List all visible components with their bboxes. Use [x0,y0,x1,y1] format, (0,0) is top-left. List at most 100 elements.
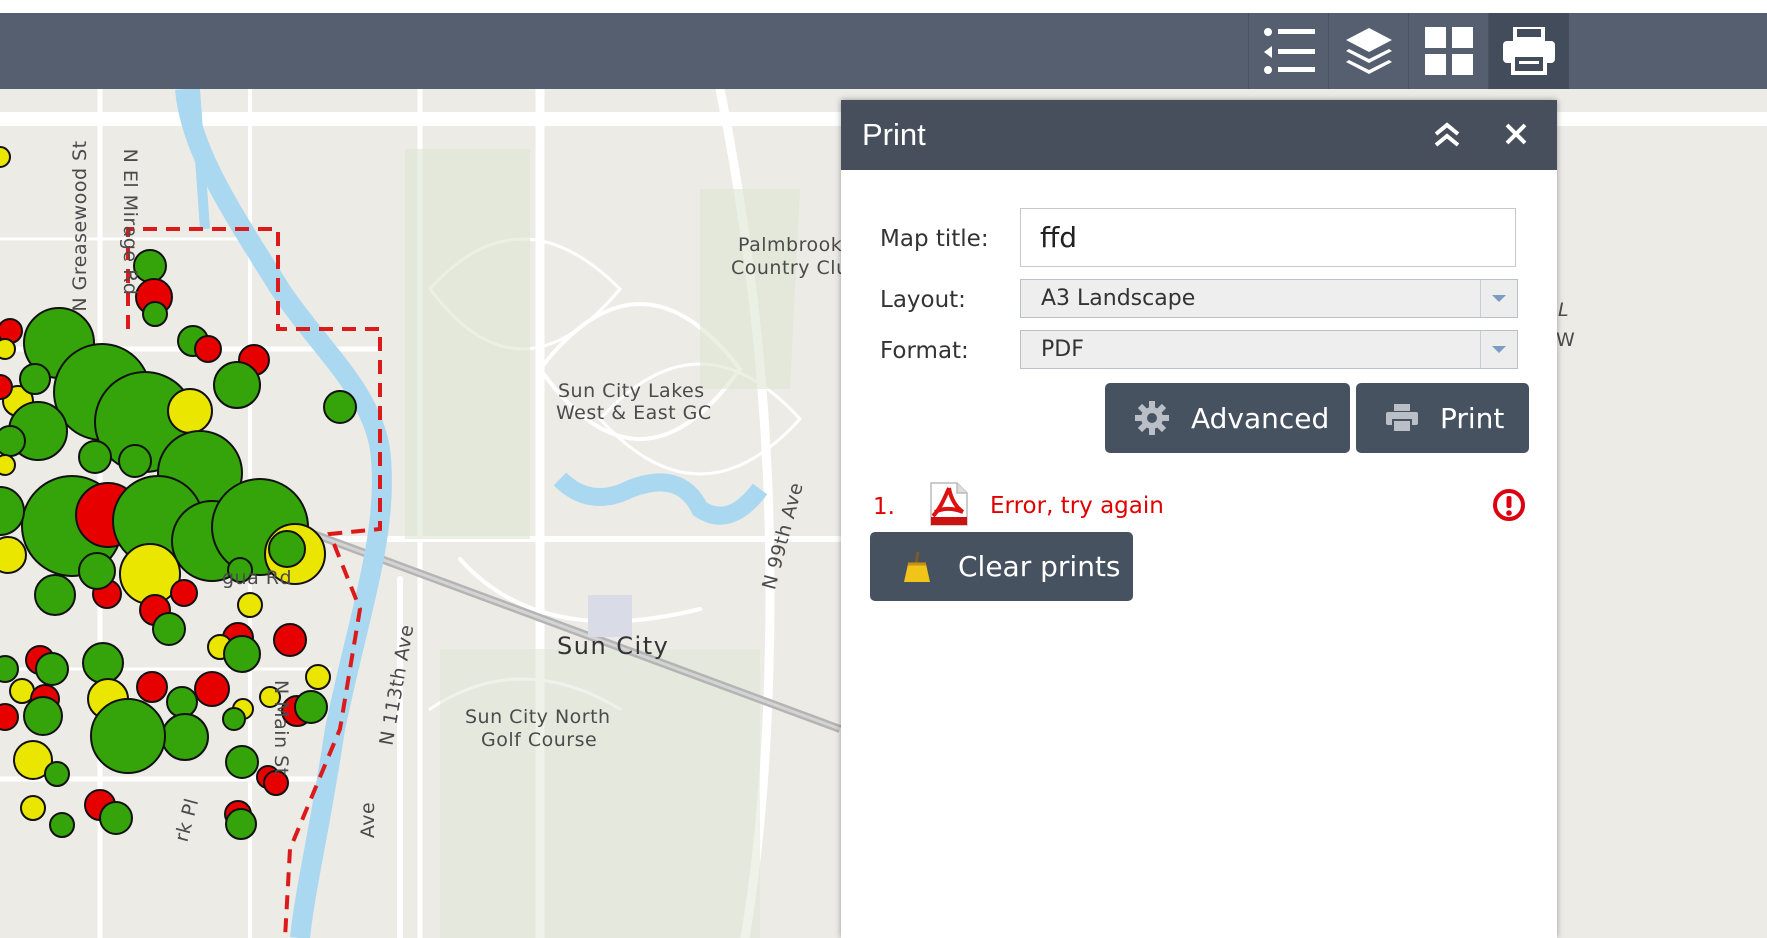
map-marker-green[interactable] [166,686,198,718]
printer-icon [1503,27,1555,75]
chevron-down-icon [1492,345,1506,353]
map-marker-green[interactable] [268,530,306,568]
list-icon [1264,28,1315,74]
building [588,595,632,637]
map-marker-yellow[interactable] [0,338,16,360]
map-marker-yellow[interactable] [305,664,331,690]
dropdown-arrow[interactable] [1480,331,1517,368]
map-marker-green[interactable] [161,713,209,761]
street-label: N El Mirage Rd [119,148,141,296]
place-label: West & East GC [556,402,712,424]
street-label: L [1558,299,1570,321]
river-branch [190,89,210,230]
close-icon [1505,123,1527,145]
grid-icon [1425,27,1473,75]
advanced-button[interactable]: Advanced [1105,383,1350,453]
panel-header: Print [841,100,1557,170]
layout-select[interactable]: A3 Landscape [1020,279,1518,318]
place-label: Golf Course [481,729,598,751]
map-marker-green[interactable] [323,390,357,424]
map-marker-yellow[interactable] [0,454,16,476]
clear-prints-label: Clear prints [958,550,1121,583]
gear-icon [1135,401,1169,435]
map-marker-green[interactable] [0,655,19,683]
print-button-label: Print [1440,401,1505,435]
close-button[interactable] [1505,123,1529,147]
result-status[interactable]: Error, try again [990,493,1164,519]
panel-title: Print [862,117,926,152]
top-toolbar [0,13,1767,89]
advanced-button-label: Advanced [1191,401,1330,435]
layout-value: A3 Landscape [1041,286,1196,311]
map-marker-green[interactable] [19,363,51,395]
map-marker-red[interactable] [194,335,222,363]
map-marker-red[interactable] [194,671,230,707]
map-marker-red[interactable] [136,671,168,703]
printer-icon [1386,404,1418,433]
layout-label: Layout: [880,287,966,313]
map-title-input[interactable] [1020,208,1516,267]
map-marker-green[interactable] [49,812,75,838]
map-marker-green[interactable] [225,745,259,779]
map-marker-green[interactable] [82,642,124,684]
map-marker-red[interactable] [0,703,19,731]
map-marker-green[interactable] [118,444,152,478]
result-index: 1. [873,494,895,520]
map-marker-yellow[interactable] [237,592,263,618]
map-title-label: Map title: [880,226,989,252]
street-label: W [1556,329,1576,351]
map-marker-yellow[interactable] [20,795,46,821]
map-marker-green[interactable] [225,808,257,840]
map-marker-green[interactable] [90,698,166,774]
map-marker-green[interactable] [0,486,25,536]
map-marker-green[interactable] [35,652,69,686]
double-chevron-up-icon [1434,122,1460,147]
map-marker-yellow[interactable] [0,146,11,168]
street-label: N Main St [270,680,292,776]
format-value: PDF [1041,337,1084,362]
place-label: Sun City Lakes [558,380,705,402]
format-label: Format: [880,338,969,364]
map-marker-green[interactable] [78,552,116,590]
map-marker-green[interactable] [294,690,328,724]
map-marker-green[interactable] [34,574,76,616]
place-label: Palmbrook [738,234,843,256]
lake [553,472,768,525]
street-label: gua Rd [222,567,293,589]
pdf-icon[interactable] [929,482,969,526]
print-widget-button[interactable] [1488,13,1569,89]
map-marker-green[interactable] [78,440,112,474]
map-marker-green[interactable] [213,361,261,409]
place-label: Country Clu [731,257,849,279]
map-marker-yellow[interactable] [167,388,213,434]
chevron-down-icon [1492,294,1506,302]
clear-prints-button[interactable]: Clear prints [870,532,1133,601]
map-marker-green[interactable] [152,612,186,646]
map-marker-green[interactable] [44,761,70,787]
map-marker-green[interactable] [222,707,246,731]
error-icon [1493,489,1525,521]
place-label: Sun City North [465,706,611,728]
basemap-gallery-button[interactable] [1408,13,1489,89]
layers-button[interactable] [1328,13,1409,89]
print-result-item: 1. Error, try again [841,480,1557,530]
map-marker-green[interactable] [99,801,133,835]
map-marker-green[interactable] [23,696,63,736]
layers-icon [1346,28,1392,74]
place-label: Sun City [557,632,670,660]
map-markers [0,146,357,840]
map-marker-red[interactable] [170,579,198,607]
legend-button[interactable] [1248,13,1329,89]
print-button[interactable]: Print [1356,383,1529,453]
street-label: Ave [357,801,380,839]
collapse-button[interactable] [1433,122,1463,150]
broom-icon [904,551,930,582]
map-marker-green[interactable] [223,635,261,673]
format-select[interactable]: PDF [1020,330,1518,369]
map-marker-green[interactable] [0,425,26,457]
map-marker-green[interactable] [142,301,168,327]
map-marker-yellow[interactable] [0,536,27,574]
map-marker-red[interactable] [273,623,307,657]
street-label: N Greasewood St [69,140,91,312]
dropdown-arrow[interactable] [1480,280,1517,317]
